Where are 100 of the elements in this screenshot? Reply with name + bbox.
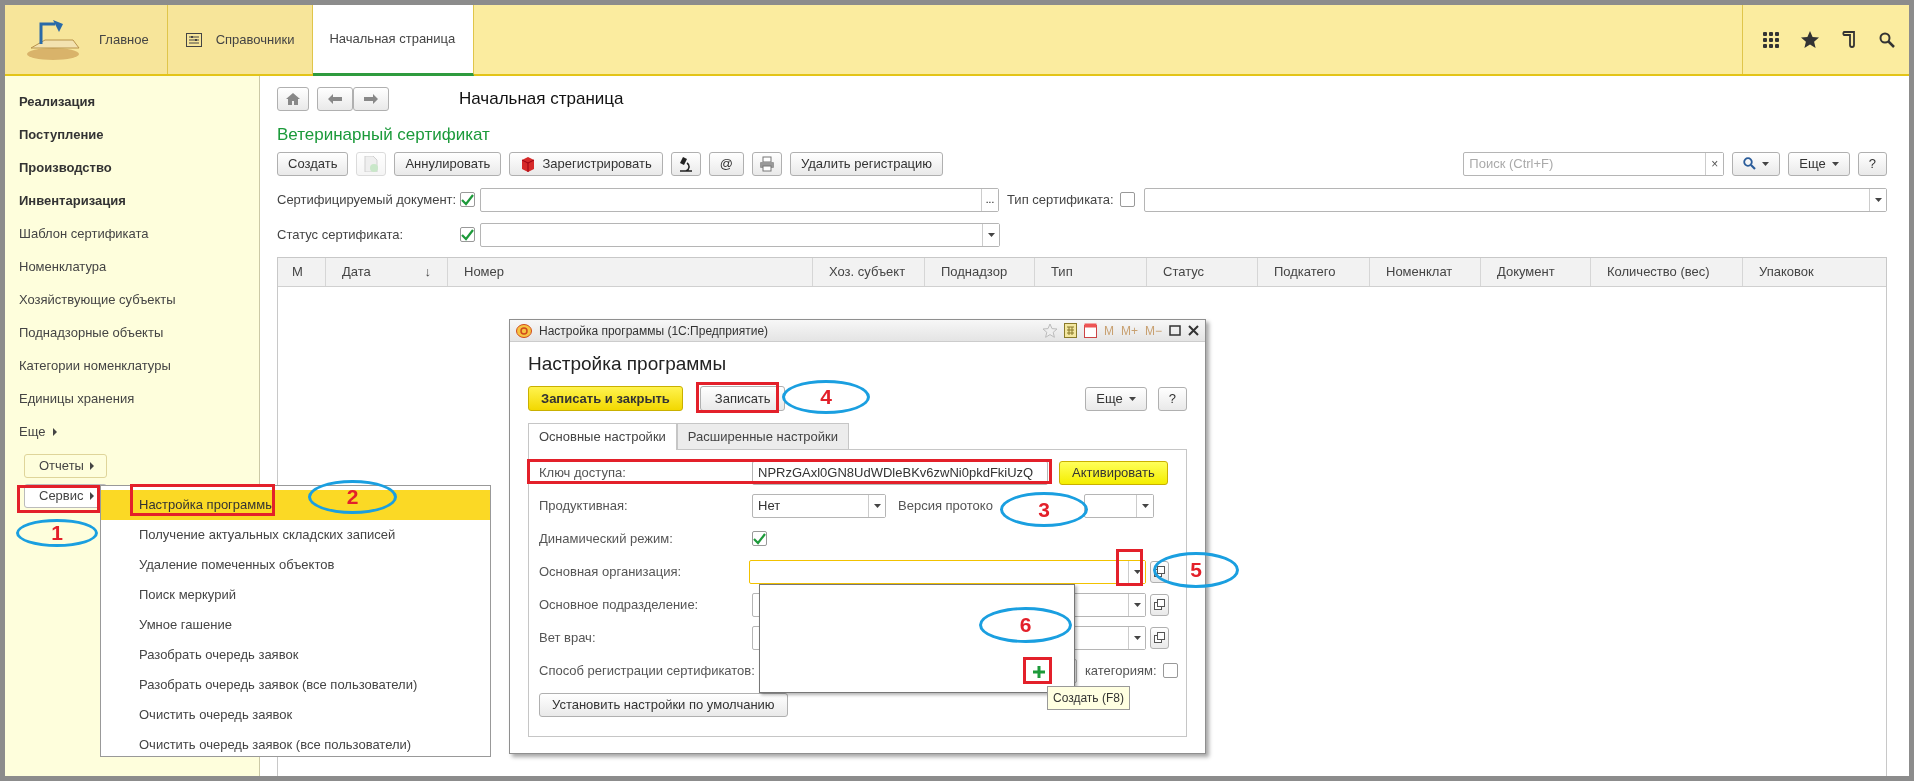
column-header[interactable]: Дата ↓ — [326, 257, 448, 286]
column-header[interactable]: Хоз. субъект — [813, 257, 925, 286]
search-button[interactable] — [1732, 151, 1781, 176]
settings-tab[interactable]: Расширенные настройки — [676, 423, 850, 449]
toolbar-icon-button[interactable] — [670, 151, 701, 176]
caret-icon — [1133, 602, 1141, 607]
filter-label: Статус сертификата: — [277, 225, 405, 244]
menu-item[interactable]: Очистить очередь заявок (все пользователи) — [101, 730, 490, 760]
clear-button[interactable]: × — [1705, 152, 1724, 175]
sidebar-item[interactable]: Инвентаризация — [19, 190, 126, 211]
sidebar-item[interactable]: Поступление — [19, 124, 104, 145]
dropdown-button[interactable] — [1128, 626, 1145, 649]
sidebar-menu-button[interactable]: Отчеты — [24, 454, 107, 478]
star-icon — [1801, 31, 1819, 48]
field-label: Продуктивная: — [539, 496, 629, 515]
field-label: Ключ доступа: — [539, 463, 627, 482]
caret-icon — [1133, 635, 1141, 640]
help-button[interactable]: ? — [1857, 151, 1887, 176]
filter-label: Тип сертификата: — [1007, 190, 1114, 209]
select-field[interactable]: Нет — [752, 493, 886, 518]
dropdown-button[interactable] — [868, 494, 885, 517]
column-header[interactable]: Упаковок — [1743, 257, 1886, 286]
checkbox[interactable] — [752, 531, 767, 546]
tooltip: Создать (F8) — [1047, 686, 1130, 710]
checkbox[interactable] — [460, 227, 475, 242]
search-icon — [1743, 157, 1757, 170]
settings-tab[interactable]: Основные настройки — [528, 423, 677, 450]
column-header[interactable]: Тип — [1035, 257, 1147, 286]
check-icon — [461, 228, 474, 241]
sidebar-item[interactable]: Хозяйствующие субъекты — [19, 289, 176, 310]
toolbar-button[interactable]: Создать — [277, 151, 349, 176]
filter-field[interactable] — [1143, 187, 1887, 212]
highlight-frame — [1116, 549, 1143, 586]
checkbox[interactable] — [460, 192, 475, 207]
column-header[interactable]: Номер — [448, 257, 813, 286]
callout: 6 — [979, 607, 1072, 643]
microscope-icon — [677, 155, 694, 172]
activate-button[interactable]: Активировать — [1059, 460, 1168, 485]
dropdown-button[interactable] — [1128, 593, 1145, 616]
sidebar-item[interactable]: Единицы хранения — [19, 388, 135, 409]
menu-item[interactable]: Получение актуальных складских записей — [101, 520, 490, 550]
header-tab[interactable]: Главное — [5, 5, 168, 74]
caret-icon — [1141, 503, 1149, 508]
dropdown-button[interactable] — [982, 223, 999, 246]
menu-item[interactable]: Умное гашение — [101, 610, 490, 640]
page-title: Начальная страница — [459, 88, 624, 110]
open-button[interactable] — [1150, 626, 1169, 649]
lookup-field[interactable] — [749, 559, 1146, 584]
maximize-icon — [1169, 325, 1181, 336]
toolbar-button[interactable]: Удалить регистрацию — [790, 151, 944, 176]
menu-item[interactable]: Разобрать очередь заявок (все пользователи) — [101, 670, 490, 700]
column-header[interactable]: М — [278, 257, 326, 286]
forward-button[interactable] — [353, 86, 389, 111]
header-tab[interactable]: Начальная страница — [313, 5, 475, 76]
sidebar-item[interactable]: Реализация — [19, 91, 96, 112]
toolbar-button[interactable]: Аннулировать — [394, 151, 502, 176]
sidebar-item[interactable]: Категории номенклатуры — [19, 355, 171, 376]
select-button[interactable]: ... — [981, 188, 998, 211]
sidebar-more-link[interactable]: Еще — [19, 421, 58, 442]
filter-field[interactable] — [480, 222, 1000, 247]
column-header[interactable]: Поднадзор — [925, 257, 1035, 286]
home-button[interactable] — [277, 86, 309, 111]
sidebar-item[interactable]: Номенклатура — [19, 256, 107, 277]
column-header[interactable]: Количество (вес) — [1591, 257, 1743, 286]
open-button[interactable] — [1150, 593, 1169, 616]
column-header[interactable]: Документ — [1481, 257, 1591, 286]
save-button[interactable]: Записать — [699, 386, 786, 411]
checkbox[interactable] — [1119, 192, 1135, 207]
menu-item[interactable]: Поиск меркурий — [101, 580, 490, 610]
dropdown-button[interactable] — [1869, 188, 1886, 211]
checkbox[interactable] — [1162, 663, 1178, 678]
help-button[interactable]: ? — [1157, 386, 1187, 411]
menu-item[interactable]: Удаление помеченных объектов — [101, 550, 490, 580]
check-icon — [461, 193, 474, 206]
more-button[interactable]: Еще — [1085, 386, 1147, 411]
search-field[interactable]: Поиск (Ctrl+F) × — [1463, 151, 1725, 176]
header-tab[interactable]: Справочники — [167, 5, 314, 74]
select-field[interactable] — [1084, 493, 1154, 518]
printer-icon — [759, 155, 775, 172]
reset-defaults-button[interactable]: Установить настройки по умолчанию — [539, 693, 788, 717]
apps-grid-icon — [1763, 31, 1779, 48]
sidebar-item[interactable]: Производство — [19, 157, 112, 178]
toolbar-button[interactable]: Зарегистрировать — [509, 151, 663, 176]
column-header[interactable]: Подкатего — [1258, 257, 1370, 286]
column-header[interactable]: Статус — [1147, 257, 1258, 286]
more-button[interactable]: Еще — [1788, 151, 1850, 176]
field-label: Способ регистрации сертификатов: — [539, 661, 756, 680]
save-close-button[interactable]: Записать и закрыть — [528, 386, 683, 411]
column-header[interactable]: Номенклат — [1370, 257, 1481, 286]
field-label: Основное подразделение: — [539, 595, 700, 614]
dropdown-button[interactable] — [1136, 494, 1153, 517]
menu-item[interactable]: Очистить очередь заявок — [101, 700, 490, 730]
sidebar-item[interactable]: Шаблон сертификата — [19, 223, 149, 244]
callout: 4 — [782, 380, 870, 414]
back-button[interactable] — [317, 86, 353, 111]
sidebar-item[interactable]: Поднадзорные объекты — [19, 322, 164, 343]
menu-item[interactable]: Разобрать очередь заявок — [101, 640, 490, 670]
filter-field[interactable]: ... — [480, 187, 999, 212]
open-window-icon — [1154, 599, 1165, 610]
toolbar-button[interactable]: @ — [708, 151, 744, 176]
